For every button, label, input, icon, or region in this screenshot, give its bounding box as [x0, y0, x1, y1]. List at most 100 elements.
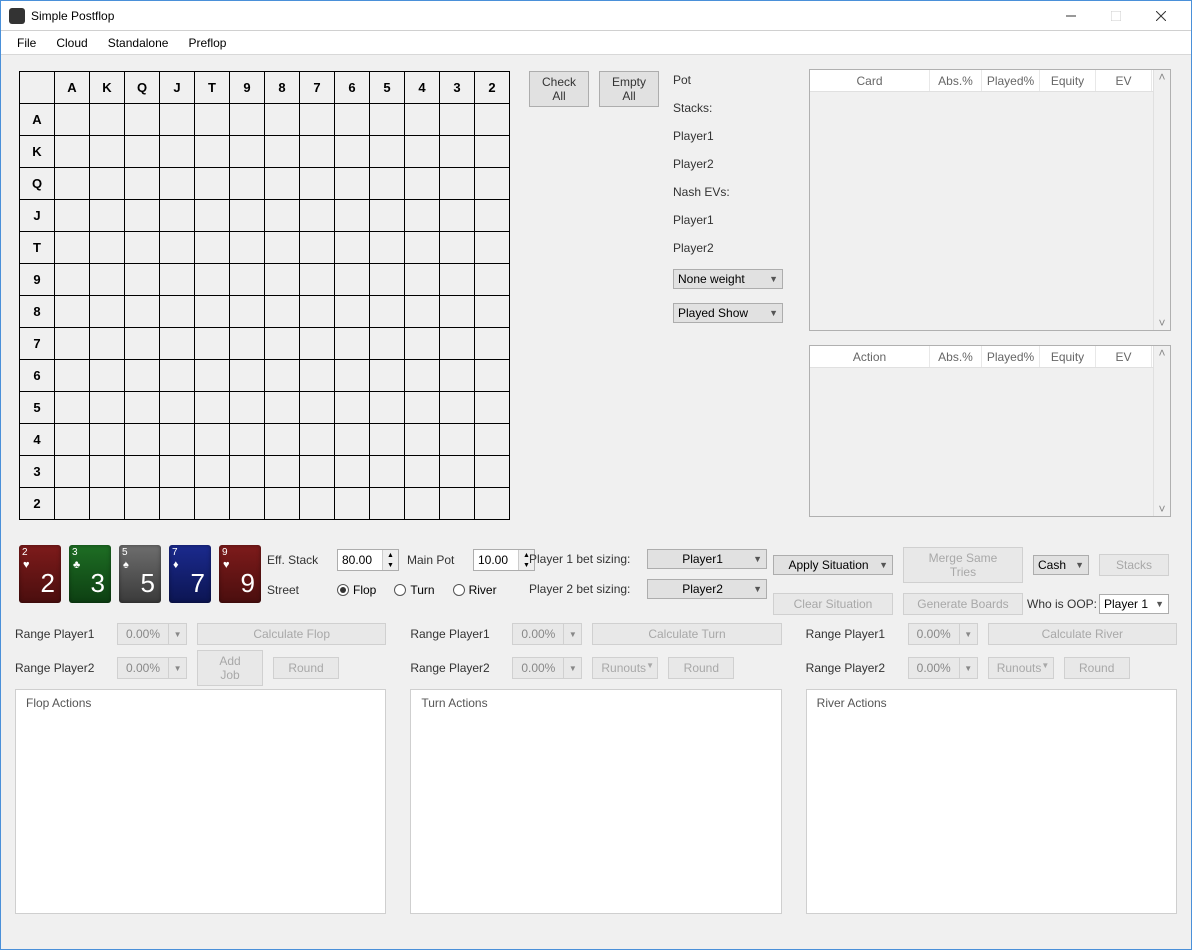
grid-cell[interactable] — [440, 328, 475, 360]
grid-cell[interactable] — [475, 328, 510, 360]
grid-cell[interactable] — [370, 136, 405, 168]
apply-situation-button[interactable]: Apply Situation▼ — [773, 555, 893, 575]
street-flop-radio[interactable]: Flop — [337, 583, 376, 597]
grid-cell[interactable] — [405, 296, 440, 328]
grid-cell[interactable] — [90, 328, 125, 360]
grid-cell[interactable] — [405, 232, 440, 264]
grid-cell[interactable] — [160, 296, 195, 328]
main-pot-field[interactable] — [474, 550, 518, 570]
grid-cell[interactable] — [440, 392, 475, 424]
grid-cell[interactable] — [90, 232, 125, 264]
board-card[interactable]: 5 ♠ 5 — [119, 545, 161, 603]
grid-cell[interactable] — [265, 264, 300, 296]
grid-cell[interactable] — [265, 104, 300, 136]
grid-cell[interactable] — [335, 168, 370, 200]
grid-cell[interactable] — [125, 104, 160, 136]
grid-cell[interactable] — [55, 168, 90, 200]
grid-cell[interactable] — [90, 392, 125, 424]
grid-cell[interactable] — [300, 168, 335, 200]
grid-cell[interactable] — [405, 264, 440, 296]
grid-cell[interactable] — [475, 104, 510, 136]
grid-cell[interactable] — [125, 264, 160, 296]
grid-cell[interactable] — [475, 200, 510, 232]
grid-cell[interactable] — [55, 104, 90, 136]
spinner-buttons[interactable]: ▲▼ — [382, 550, 398, 570]
grid-cell[interactable] — [300, 200, 335, 232]
grid-cell[interactable] — [440, 264, 475, 296]
grid-cell[interactable] — [335, 360, 370, 392]
grid-cell[interactable] — [335, 456, 370, 488]
col-abs[interactable]: Abs.% — [930, 346, 982, 367]
empty-all-button[interactable]: Empty All — [599, 71, 659, 107]
grid-cell[interactable] — [125, 488, 160, 520]
grid-cell[interactable] — [265, 296, 300, 328]
grid-cell[interactable] — [440, 456, 475, 488]
grid-cell[interactable] — [90, 104, 125, 136]
grid-cell[interactable] — [300, 232, 335, 264]
menu-preflop[interactable]: Preflop — [178, 33, 236, 53]
grid-cell[interactable] — [440, 424, 475, 456]
grid-cell[interactable] — [160, 456, 195, 488]
chevron-down-icon[interactable]: ▼ — [959, 658, 977, 678]
grid-cell[interactable] — [370, 104, 405, 136]
grid-cell[interactable] — [55, 392, 90, 424]
scrollbar[interactable]: ˄˅ — [1153, 70, 1170, 330]
grid-cell[interactable] — [265, 168, 300, 200]
grid-cell[interactable] — [55, 424, 90, 456]
grid-cell[interactable] — [265, 456, 300, 488]
grid-cell[interactable] — [195, 264, 230, 296]
grid-cell[interactable] — [405, 392, 440, 424]
grid-cell[interactable] — [300, 264, 335, 296]
grid-cell[interactable] — [475, 424, 510, 456]
main-pot-input[interactable]: ▲▼ — [473, 549, 535, 571]
grid-cell[interactable] — [195, 424, 230, 456]
p1-sizing-select[interactable]: Player1▼ — [647, 549, 767, 569]
weight-select[interactable]: None weight▼ — [673, 269, 783, 289]
col-played[interactable]: Played% — [982, 346, 1040, 367]
grid-cell[interactable] — [300, 104, 335, 136]
scrollbar[interactable]: ˄˅ — [1153, 346, 1170, 516]
grid-cell[interactable] — [230, 136, 265, 168]
eff-stack-input[interactable]: ▲▼ — [337, 549, 399, 571]
grid-cell[interactable] — [160, 360, 195, 392]
grid-cell[interactable] — [195, 360, 230, 392]
grid-cell[interactable] — [230, 456, 265, 488]
grid-cell[interactable] — [125, 168, 160, 200]
grid-cell[interactable] — [230, 488, 265, 520]
close-button[interactable] — [1138, 2, 1183, 30]
chevron-down-icon[interactable]: ▼ — [168, 624, 186, 644]
street-river-radio[interactable]: River — [453, 583, 497, 597]
grid-cell[interactable] — [230, 296, 265, 328]
grid-cell[interactable] — [230, 360, 265, 392]
grid-cell[interactable] — [370, 296, 405, 328]
grid-cell[interactable] — [335, 296, 370, 328]
grid-cell[interactable] — [230, 328, 265, 360]
grid-cell[interactable] — [335, 200, 370, 232]
grid-cell[interactable] — [265, 328, 300, 360]
grid-cell[interactable] — [405, 104, 440, 136]
grid-cell[interactable] — [405, 136, 440, 168]
grid-cell[interactable] — [300, 296, 335, 328]
grid-cell[interactable] — [370, 168, 405, 200]
grid-cell[interactable] — [370, 232, 405, 264]
played-show-select[interactable]: Played Show▼ — [673, 303, 783, 323]
grid-cell[interactable] — [475, 264, 510, 296]
col-played[interactable]: Played% — [982, 70, 1040, 91]
grid-cell[interactable] — [125, 424, 160, 456]
grid-cell[interactable] — [265, 424, 300, 456]
grid-cell[interactable] — [370, 456, 405, 488]
grid-cell[interactable] — [160, 328, 195, 360]
grid-cell[interactable] — [125, 456, 160, 488]
grid-cell[interactable] — [230, 168, 265, 200]
board-card[interactable]: 2 ♥ 2 — [19, 545, 61, 603]
grid-cell[interactable] — [160, 232, 195, 264]
grid-cell[interactable] — [335, 424, 370, 456]
board-card[interactable]: 3 ♣ 3 — [69, 545, 111, 603]
grid-cell[interactable] — [300, 456, 335, 488]
grid-cell[interactable] — [230, 104, 265, 136]
grid-cell[interactable] — [265, 360, 300, 392]
grid-cell[interactable] — [370, 488, 405, 520]
grid-cell[interactable] — [125, 392, 160, 424]
grid-cell[interactable] — [55, 136, 90, 168]
grid-cell[interactable] — [405, 168, 440, 200]
